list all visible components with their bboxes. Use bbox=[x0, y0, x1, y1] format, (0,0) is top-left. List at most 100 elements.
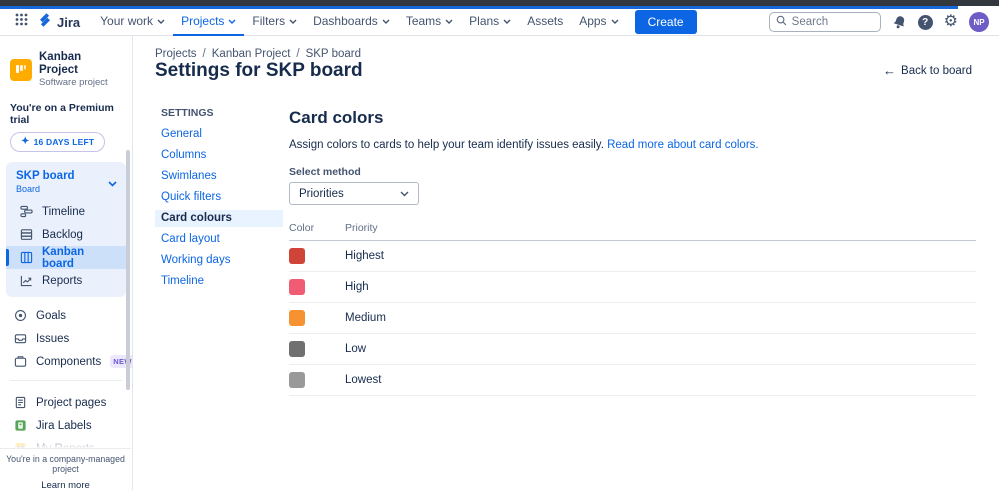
read-more-link[interactable]: Read more about card colors. bbox=[607, 139, 759, 151]
jira-logo[interactable]: Jira bbox=[37, 12, 80, 33]
settings-nav-columns[interactable]: Columns bbox=[155, 147, 283, 164]
jira-logo-text: Jira bbox=[57, 15, 80, 30]
app-switcher-button[interactable] bbox=[10, 13, 33, 31]
sidebar-item-jira-labels[interactable]: Jira Labels bbox=[0, 414, 132, 437]
table-row: Highest bbox=[289, 241, 976, 272]
settings-nav-general[interactable]: General bbox=[155, 126, 283, 143]
page-icon bbox=[14, 396, 27, 409]
nav-item-assets[interactable]: Assets bbox=[519, 9, 571, 36]
reports-icon bbox=[20, 274, 33, 287]
page-title: Settings for SKP board bbox=[155, 60, 363, 82]
issues-icon bbox=[14, 332, 27, 345]
settings-nav-card-layout[interactable]: Card layout bbox=[155, 231, 283, 248]
notifications-button[interactable] bbox=[892, 15, 907, 30]
table-row: High bbox=[289, 272, 976, 303]
learn-more-link[interactable]: Learn more bbox=[41, 480, 90, 490]
create-button[interactable]: Create bbox=[635, 10, 697, 34]
goals-icon bbox=[14, 309, 27, 322]
project-header[interactable]: Kanban Project Software project bbox=[0, 36, 132, 94]
method-select[interactable]: Priorities bbox=[289, 182, 419, 205]
top-navbar: Jira Your work Projects Filters Dashboar… bbox=[0, 9, 999, 36]
settings-nav-timeline[interactable]: Timeline bbox=[155, 273, 283, 290]
sidebar-scrollbar[interactable] bbox=[126, 150, 130, 390]
project-avatar-icon bbox=[10, 59, 32, 81]
back-to-board-link[interactable]: ← Back to board bbox=[883, 64, 972, 77]
nav-item-plans[interactable]: Plans bbox=[461, 9, 519, 36]
settings-button[interactable]: ⚙ bbox=[944, 14, 958, 30]
sidebar-item-backlog[interactable]: Backlog bbox=[6, 223, 126, 246]
board-switcher-block: SKP board Board Timeline Backlog bbox=[6, 162, 126, 297]
color-swatch-low[interactable] bbox=[289, 341, 305, 357]
search-input[interactable] bbox=[792, 16, 874, 28]
board-type: Board bbox=[16, 183, 75, 195]
timeline-icon bbox=[20, 205, 33, 218]
board-name: SKP board bbox=[16, 170, 75, 183]
project-sidebar: Kanban Project Software project You're o… bbox=[0, 36, 133, 490]
back-arrow-icon: ← bbox=[883, 64, 896, 77]
settings-nav-card-colours[interactable]: Card colours bbox=[155, 210, 283, 227]
sidebar-item-project-pages[interactable]: Project pages bbox=[0, 391, 132, 414]
settings-nav-quick-filters[interactable]: Quick filters bbox=[155, 189, 283, 206]
chevron-down-icon bbox=[382, 19, 390, 24]
color-swatch-lowest[interactable] bbox=[289, 372, 305, 388]
jira-labels-icon bbox=[14, 419, 27, 432]
settings-nav-working-days[interactable]: Working days bbox=[155, 252, 283, 269]
settings-nav-swimlanes[interactable]: Swimlanes bbox=[155, 168, 283, 185]
priority-label: Low bbox=[345, 343, 366, 355]
project-type: Software project bbox=[39, 77, 122, 89]
bell-icon bbox=[890, 13, 909, 32]
breadcrumb-separator: / bbox=[296, 48, 299, 60]
search-box[interactable] bbox=[769, 12, 881, 32]
sidebar-menu-group: Goals Issues Components NEW bbox=[0, 299, 132, 375]
search-icon bbox=[776, 13, 787, 31]
nav-item-your-work[interactable]: Your work bbox=[92, 9, 173, 36]
breadcrumb-skp-board[interactable]: SKP board bbox=[306, 48, 361, 60]
grid-icon bbox=[15, 13, 28, 31]
jira-app: Jira Your work Projects Filters Dashboar… bbox=[0, 0, 999, 490]
nav-item-filters[interactable]: Filters bbox=[244, 9, 305, 36]
color-swatch-highest[interactable] bbox=[289, 248, 305, 264]
sidebar-item-goals[interactable]: Goals bbox=[0, 304, 132, 327]
project-name: Kanban Project bbox=[39, 51, 122, 77]
components-icon bbox=[14, 355, 27, 368]
trial-days-left-button[interactable]: ✦ 16 DAYS LEFT bbox=[10, 132, 105, 152]
sidebar-footer: You're in a company-managed project Lear… bbox=[0, 448, 131, 490]
chevron-down-icon bbox=[228, 19, 236, 24]
priority-label: Highest bbox=[345, 250, 384, 262]
chevron-down-icon bbox=[445, 19, 453, 24]
settings-nav-heading: SETTINGS bbox=[155, 105, 283, 121]
color-swatch-medium[interactable] bbox=[289, 310, 305, 326]
sidebar-divider bbox=[10, 380, 122, 381]
nav-item-teams[interactable]: Teams bbox=[398, 9, 461, 36]
card-colors-section: Card colors Assign colors to cards to he… bbox=[289, 108, 976, 396]
sidebar-item-kanban-board[interactable]: Kanban board bbox=[6, 246, 126, 269]
sidebar-item-timeline[interactable]: Timeline bbox=[6, 200, 126, 223]
help-button[interactable]: ? bbox=[918, 15, 933, 30]
chevron-down-icon bbox=[400, 191, 409, 197]
user-avatar[interactable]: NP bbox=[969, 12, 989, 32]
board-switcher[interactable]: SKP board Board bbox=[6, 168, 126, 200]
column-header-priority: Priority bbox=[345, 222, 378, 234]
sidebar-item-reports[interactable]: Reports bbox=[6, 269, 126, 292]
priority-label: Medium bbox=[345, 312, 386, 324]
trial-text: You're on a Premium trial bbox=[0, 94, 132, 129]
section-heading: Card colors bbox=[289, 108, 976, 128]
select-method-label: Select method bbox=[289, 166, 976, 178]
sidebar-item-issues[interactable]: Issues bbox=[0, 327, 132, 350]
priority-label: High bbox=[345, 281, 369, 293]
sidebar-item-components[interactable]: Components NEW bbox=[0, 350, 132, 373]
table-row: Low bbox=[289, 334, 976, 365]
nav-item-dashboards[interactable]: Dashboards bbox=[305, 9, 398, 36]
main-content: Projects / Kanban Project / SKP board Se… bbox=[134, 36, 999, 490]
settings-nav: SETTINGS General Columns Swimlanes Quick… bbox=[155, 105, 283, 294]
breadcrumb-kanban-project[interactable]: Kanban Project bbox=[212, 48, 291, 60]
section-description: Assign colors to cards to help your team… bbox=[289, 139, 976, 151]
nav-item-apps[interactable]: Apps bbox=[571, 9, 626, 36]
table-header-row: Color Priority bbox=[289, 222, 976, 241]
color-swatch-high[interactable] bbox=[289, 279, 305, 295]
nav-item-projects[interactable]: Projects bbox=[173, 9, 244, 36]
breadcrumb: Projects / Kanban Project / SKP board bbox=[155, 48, 361, 60]
breadcrumb-projects[interactable]: Projects bbox=[155, 48, 197, 60]
priority-label: Lowest bbox=[345, 374, 381, 386]
managed-project-text: You're in a company-managed project bbox=[0, 454, 131, 474]
